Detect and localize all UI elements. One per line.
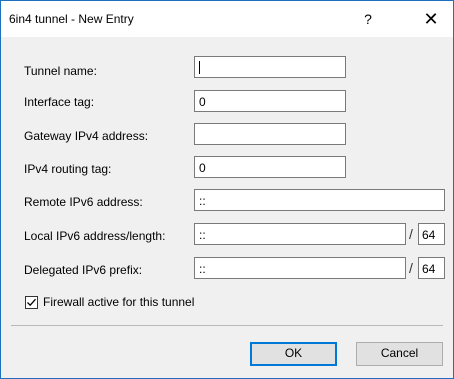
tunnel-name-label: Tunnel name:	[24, 64, 97, 78]
ok-button[interactable]: OK	[250, 342, 337, 366]
gateway-ipv4-input[interactable]	[194, 123, 346, 145]
local-ipv6-length-input[interactable]: 64	[418, 223, 445, 245]
delegated-prefix-length-input[interactable]: 64	[418, 257, 445, 279]
local-ipv6-separator: /	[409, 226, 413, 242]
ipv4-routing-tag-input[interactable]: 0	[194, 156, 346, 178]
delegated-prefix-separator: /	[409, 260, 413, 276]
gateway-ipv4-label: Gateway IPv4 address:	[24, 129, 149, 143]
remote-ipv6-input[interactable]: ::	[194, 189, 445, 211]
title-bar: 6in4 tunnel - New Entry ? ✕	[1, 1, 453, 37]
checkmark-icon	[27, 298, 36, 306]
firewall-checkbox[interactable]	[25, 295, 38, 309]
local-ipv6-label: Local IPv6 address/length:	[24, 229, 166, 243]
dialog-title: 6in4 tunnel - New Entry	[9, 12, 134, 26]
local-ipv6-input[interactable]: ::	[194, 223, 406, 245]
dialog-window: 6in4 tunnel - New Entry ? ✕ Tunnel name:…	[0, 0, 454, 379]
remote-ipv6-label: Remote IPv6 address:	[24, 195, 143, 209]
interface-tag-input[interactable]: 0	[194, 90, 346, 112]
delegated-prefix-input[interactable]: ::	[194, 257, 406, 279]
tunnel-name-input[interactable]	[194, 56, 346, 78]
close-button[interactable]: ✕	[419, 7, 443, 31]
firewall-checkbox-label: Firewall active for this tunnel	[43, 295, 195, 309]
help-button[interactable]: ?	[358, 9, 378, 29]
button-separator	[11, 325, 443, 326]
ipv4-routing-tag-label: IPv4 routing tag:	[24, 162, 112, 176]
cancel-button[interactable]: Cancel	[356, 342, 443, 366]
firewall-checkbox-row[interactable]: Firewall active for this tunnel	[25, 294, 194, 310]
interface-tag-label: Interface tag:	[24, 95, 95, 109]
delegated-prefix-label: Delegated IPv6 prefix:	[24, 263, 143, 277]
